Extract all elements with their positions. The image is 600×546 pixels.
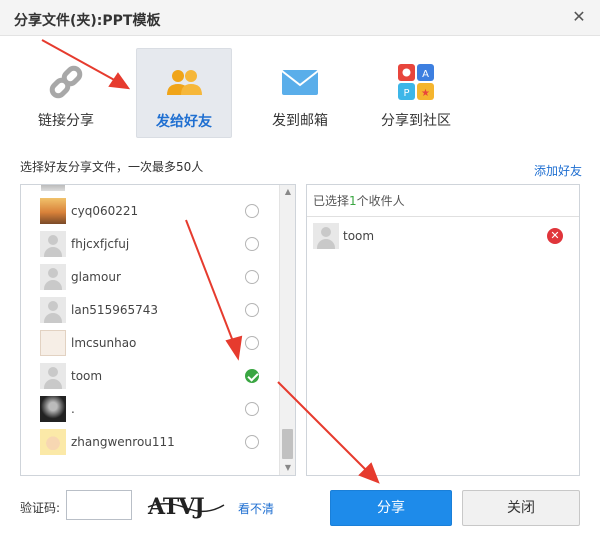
captcha-image: ATVJ xyxy=(147,494,225,520)
recipient-name: toom xyxy=(343,229,375,243)
friend-list: cyq060221 fhjcxfjcfuj glamour lan5159657… xyxy=(21,185,279,475)
scrollbar-thumb[interactable] xyxy=(282,429,293,459)
avatar xyxy=(40,297,66,323)
svg-text:P: P xyxy=(403,88,409,99)
select-radio-checked[interactable] xyxy=(245,369,259,383)
recipient-row: toom ✕ xyxy=(307,223,579,251)
community-icon: A P ★ xyxy=(398,64,434,100)
select-radio[interactable] xyxy=(245,402,259,416)
friend-name: zhangwenrou111 xyxy=(71,435,175,449)
friend-row[interactable]: zhangwenrou111 xyxy=(21,428,279,458)
friend-row[interactable]: . xyxy=(21,395,279,425)
mail-icon xyxy=(281,70,319,95)
captcha-refresh-link[interactable]: 看不清 xyxy=(238,500,274,517)
friend-row[interactable]: lan515965743 xyxy=(21,296,279,326)
friend-name: glamour xyxy=(71,270,121,284)
avatar xyxy=(40,264,66,290)
scroll-down-arrow-icon[interactable]: ▼ xyxy=(280,461,295,475)
friend-name: toom xyxy=(71,369,103,383)
tab-label: 链接分享 xyxy=(38,113,94,129)
select-radio[interactable] xyxy=(245,237,259,251)
add-friend-link[interactable]: 添加好友 xyxy=(534,162,582,179)
tab-label: 分享到社区 xyxy=(381,113,451,129)
recipient-header: 已选择1个收件人 xyxy=(307,185,579,217)
recipient-header-suffix: 个收件人 xyxy=(356,194,405,208)
window-title: 分享文件(夹):PPT模板 xyxy=(14,13,161,29)
avatar xyxy=(40,231,66,257)
svg-text:A: A xyxy=(422,69,429,80)
svg-text:★: ★ xyxy=(421,88,430,99)
recipient-panel: 已选择1个收件人 toom ✕ xyxy=(306,184,580,476)
tab-label: 发到邮箱 xyxy=(272,113,328,129)
captcha-input[interactable] xyxy=(66,490,132,520)
friend-row-partial xyxy=(41,185,65,191)
tab-share-to-community[interactable]: A P ★ 分享到社区 xyxy=(368,48,464,138)
friend-row[interactable]: glamour xyxy=(21,263,279,293)
select-radio[interactable] xyxy=(245,204,259,218)
avatar xyxy=(40,396,66,422)
title-bar: 分享文件(夹):PPT模板 ✕ xyxy=(0,0,600,36)
friend-list-scrollbar[interactable]: ▲ ▼ xyxy=(279,185,295,475)
remove-recipient-icon[interactable]: ✕ xyxy=(547,228,563,244)
friend-row[interactable]: toom xyxy=(21,362,279,392)
friends-icon xyxy=(167,70,202,95)
friend-list-panel: cyq060221 fhjcxfjcfuj glamour lan5159657… xyxy=(20,184,296,476)
select-radio[interactable] xyxy=(245,336,259,350)
tab-send-to-email[interactable]: 发到邮箱 xyxy=(252,48,348,138)
recipient-header-prefix: 已选择 xyxy=(313,194,350,208)
friend-name: lmcsunhao xyxy=(71,336,137,350)
avatar xyxy=(40,429,66,455)
friend-row[interactable]: lmcsunhao xyxy=(21,329,279,359)
share-button[interactable]: 分享 xyxy=(330,490,452,526)
avatar xyxy=(313,223,339,249)
avatar xyxy=(40,330,66,356)
friend-name: fhjcxfjcfuj xyxy=(71,237,130,251)
tab-label: 发给好友 xyxy=(156,114,212,130)
captcha-label: 验证码: xyxy=(20,501,61,515)
friend-name: lan515965743 xyxy=(71,303,159,317)
select-radio[interactable] xyxy=(245,270,259,284)
friend-name: cyq060221 xyxy=(71,204,139,218)
share-method-tabs: 链接分享 发给好友 发到邮箱 A P ★ 分享到社区 xyxy=(0,36,600,146)
recipient-count: 1 xyxy=(349,194,357,208)
friend-name: . xyxy=(71,402,75,416)
select-radio[interactable] xyxy=(245,303,259,317)
scroll-up-arrow-icon[interactable]: ▲ xyxy=(280,185,295,199)
tab-send-to-friend[interactable]: 发给好友 xyxy=(136,48,232,138)
select-radio[interactable] xyxy=(245,435,259,449)
friend-row[interactable]: cyq060221 xyxy=(21,197,279,227)
tab-link-share[interactable]: 链接分享 xyxy=(18,48,114,138)
close-icon[interactable]: ✕ xyxy=(570,8,588,26)
link-icon xyxy=(49,65,83,99)
avatar xyxy=(40,198,66,224)
friend-select-hint: 选择好友分享文件，一次最多50人 xyxy=(20,160,204,174)
close-button[interactable]: 关闭 xyxy=(462,490,580,526)
friend-row[interactable]: fhjcxfjcfuj xyxy=(21,230,279,260)
avatar xyxy=(40,363,66,389)
captcha-text: ATVJ xyxy=(147,494,204,520)
